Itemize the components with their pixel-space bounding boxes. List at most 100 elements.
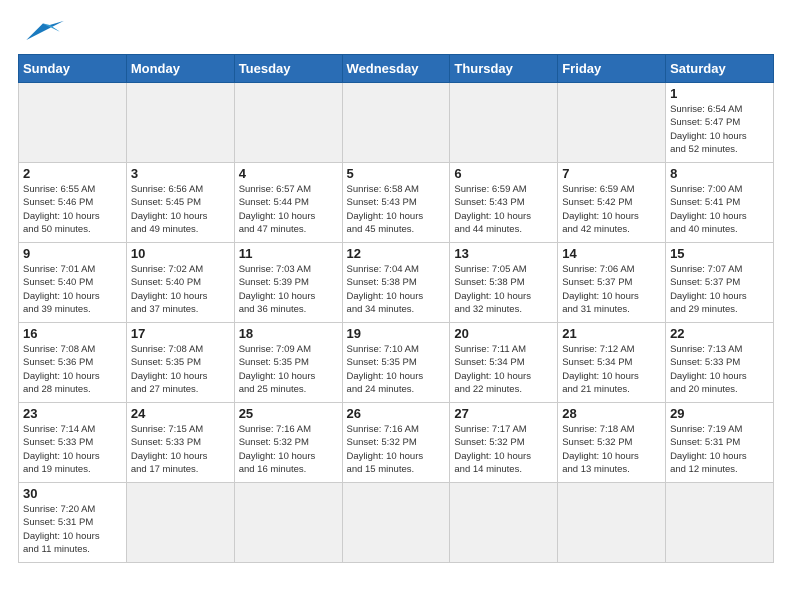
calendar-day — [126, 483, 234, 563]
calendar-row: 30 Sunrise: 7:20 AM Sunset: 5:31 PM Dayli… — [19, 483, 774, 563]
logo-bird-icon — [18, 16, 68, 44]
day-info: Sunrise: 7:19 AM Sunset: 5:31 PM Dayligh… — [670, 423, 769, 476]
calendar-day — [342, 83, 450, 163]
day-info: Sunrise: 6:56 AM Sunset: 5:45 PM Dayligh… — [131, 183, 230, 236]
day-info: Sunrise: 7:11 AM Sunset: 5:34 PM Dayligh… — [454, 343, 553, 396]
calendar-day: 9Sunrise: 7:01 AM Sunset: 5:40 PM Daylig… — [19, 243, 127, 323]
calendar-row: 2 Sunrise: 6:55 AM Sunset: 5:46 PM Daylig… — [19, 163, 774, 243]
calendar-day — [450, 483, 558, 563]
weekday-sunday: Sunday — [19, 55, 127, 83]
day-number: 28 — [562, 406, 661, 421]
calendar-day: 6 Sunrise: 6:59 AM Sunset: 5:43 PM Daylig… — [450, 163, 558, 243]
calendar-day: 8Sunrise: 7:00 AM Sunset: 5:41 PM Daylig… — [666, 163, 774, 243]
weekday-thursday: Thursday — [450, 55, 558, 83]
page: SundayMondayTuesdayWednesdayThursdayFrid… — [0, 0, 792, 573]
day-number: 7 — [562, 166, 661, 181]
calendar-day: 23 Sunrise: 7:14 AM Sunset: 5:33 PM Dayli… — [19, 403, 127, 483]
calendar-day: 12Sunrise: 7:04 AM Sunset: 5:38 PM Dayli… — [342, 243, 450, 323]
day-info: Sunrise: 7:16 AM Sunset: 5:32 PM Dayligh… — [239, 423, 338, 476]
day-number: 10 — [131, 246, 230, 261]
day-info: Sunrise: 6:59 AM Sunset: 5:43 PM Dayligh… — [454, 183, 553, 236]
calendar: SundayMondayTuesdayWednesdayThursdayFrid… — [18, 54, 774, 563]
day-info: Sunrise: 6:54 AM Sunset: 5:47 PM Dayligh… — [670, 103, 769, 156]
day-number: 1 — [670, 86, 769, 101]
day-number: 24 — [131, 406, 230, 421]
day-info: Sunrise: 6:59 AM Sunset: 5:42 PM Dayligh… — [562, 183, 661, 236]
calendar-day: 10Sunrise: 7:02 AM Sunset: 5:40 PM Dayli… — [126, 243, 234, 323]
calendar-day: 18Sunrise: 7:09 AM Sunset: 5:35 PM Dayli… — [234, 323, 342, 403]
calendar-day — [126, 83, 234, 163]
day-info: Sunrise: 7:08 AM Sunset: 5:35 PM Dayligh… — [131, 343, 230, 396]
calendar-day: 25 Sunrise: 7:16 AM Sunset: 5:32 PM Dayli… — [234, 403, 342, 483]
calendar-row: 23 Sunrise: 7:14 AM Sunset: 5:33 PM Dayli… — [19, 403, 774, 483]
weekday-wednesday: Wednesday — [342, 55, 450, 83]
day-info: Sunrise: 7:05 AM Sunset: 5:38 PM Dayligh… — [454, 263, 553, 316]
day-number: 26 — [347, 406, 446, 421]
day-info: Sunrise: 6:58 AM Sunset: 5:43 PM Dayligh… — [347, 183, 446, 236]
day-info: Sunrise: 6:55 AM Sunset: 5:46 PM Dayligh… — [23, 183, 122, 236]
calendar-day — [558, 483, 666, 563]
calendar-day — [558, 83, 666, 163]
weekday-tuesday: Tuesday — [234, 55, 342, 83]
calendar-day: 29Sunrise: 7:19 AM Sunset: 5:31 PM Dayli… — [666, 403, 774, 483]
day-number: 6 — [454, 166, 553, 181]
calendar-day: 3 Sunrise: 6:56 AM Sunset: 5:45 PM Daylig… — [126, 163, 234, 243]
day-number: 3 — [131, 166, 230, 181]
calendar-day: 17 Sunrise: 7:08 AM Sunset: 5:35 PM Dayli… — [126, 323, 234, 403]
calendar-day — [342, 483, 450, 563]
day-info: Sunrise: 7:07 AM Sunset: 5:37 PM Dayligh… — [670, 263, 769, 316]
calendar-day: 30 Sunrise: 7:20 AM Sunset: 5:31 PM Dayli… — [19, 483, 127, 563]
weekday-friday: Friday — [558, 55, 666, 83]
logo — [18, 18, 68, 44]
day-number: 14 — [562, 246, 661, 261]
day-number: 16 — [23, 326, 122, 341]
day-number: 4 — [239, 166, 338, 181]
calendar-day: 21Sunrise: 7:12 AM Sunset: 5:34 PM Dayli… — [558, 323, 666, 403]
day-info: Sunrise: 6:57 AM Sunset: 5:44 PM Dayligh… — [239, 183, 338, 236]
calendar-day: 5 Sunrise: 6:58 AM Sunset: 5:43 PM Daylig… — [342, 163, 450, 243]
calendar-day: 24 Sunrise: 7:15 AM Sunset: 5:33 PM Dayli… — [126, 403, 234, 483]
day-number: 23 — [23, 406, 122, 421]
day-number: 11 — [239, 246, 338, 261]
calendar-day — [19, 83, 127, 163]
day-number: 21 — [562, 326, 661, 341]
day-info: Sunrise: 7:01 AM Sunset: 5:40 PM Dayligh… — [23, 263, 122, 316]
day-info: Sunrise: 7:06 AM Sunset: 5:37 PM Dayligh… — [562, 263, 661, 316]
day-number: 25 — [239, 406, 338, 421]
day-info: Sunrise: 7:16 AM Sunset: 5:32 PM Dayligh… — [347, 423, 446, 476]
day-number: 19 — [347, 326, 446, 341]
calendar-row: 9Sunrise: 7:01 AM Sunset: 5:40 PM Daylig… — [19, 243, 774, 323]
header — [18, 18, 774, 44]
day-number: 30 — [23, 486, 122, 501]
calendar-day: 13 Sunrise: 7:05 AM Sunset: 5:38 PM Dayli… — [450, 243, 558, 323]
day-number: 5 — [347, 166, 446, 181]
day-number: 2 — [23, 166, 122, 181]
calendar-day: 7 Sunrise: 6:59 AM Sunset: 5:42 PM Daylig… — [558, 163, 666, 243]
day-info: Sunrise: 7:10 AM Sunset: 5:35 PM Dayligh… — [347, 343, 446, 396]
calendar-day: 2 Sunrise: 6:55 AM Sunset: 5:46 PM Daylig… — [19, 163, 127, 243]
calendar-day: 27Sunrise: 7:17 AM Sunset: 5:32 PM Dayli… — [450, 403, 558, 483]
day-info: Sunrise: 7:18 AM Sunset: 5:32 PM Dayligh… — [562, 423, 661, 476]
weekday-monday: Monday — [126, 55, 234, 83]
calendar-day — [234, 483, 342, 563]
day-number: 13 — [454, 246, 553, 261]
day-number: 17 — [131, 326, 230, 341]
day-info: Sunrise: 7:08 AM Sunset: 5:36 PM Dayligh… — [23, 343, 122, 396]
calendar-day: 28 Sunrise: 7:18 AM Sunset: 5:32 PM Dayli… — [558, 403, 666, 483]
day-info: Sunrise: 7:15 AM Sunset: 5:33 PM Dayligh… — [131, 423, 230, 476]
day-number: 22 — [670, 326, 769, 341]
day-info: Sunrise: 7:09 AM Sunset: 5:35 PM Dayligh… — [239, 343, 338, 396]
calendar-day: 19 Sunrise: 7:10 AM Sunset: 5:35 PM Dayli… — [342, 323, 450, 403]
calendar-row: 1 Sunrise: 6:54 AM Sunset: 5:47 PM Daylig… — [19, 83, 774, 163]
calendar-day: 26 Sunrise: 7:16 AM Sunset: 5:32 PM Dayli… — [342, 403, 450, 483]
day-info: Sunrise: 7:13 AM Sunset: 5:33 PM Dayligh… — [670, 343, 769, 396]
calendar-day — [450, 83, 558, 163]
day-info: Sunrise: 7:20 AM Sunset: 5:31 PM Dayligh… — [23, 503, 122, 556]
calendar-day: 4 Sunrise: 6:57 AM Sunset: 5:44 PM Daylig… — [234, 163, 342, 243]
calendar-day: 14 Sunrise: 7:06 AM Sunset: 5:37 PM Dayli… — [558, 243, 666, 323]
calendar-day: 11Sunrise: 7:03 AM Sunset: 5:39 PM Dayli… — [234, 243, 342, 323]
weekday-saturday: Saturday — [666, 55, 774, 83]
day-info: Sunrise: 7:14 AM Sunset: 5:33 PM Dayligh… — [23, 423, 122, 476]
calendar-day: 15Sunrise: 7:07 AM Sunset: 5:37 PM Dayli… — [666, 243, 774, 323]
day-info: Sunrise: 7:04 AM Sunset: 5:38 PM Dayligh… — [347, 263, 446, 316]
